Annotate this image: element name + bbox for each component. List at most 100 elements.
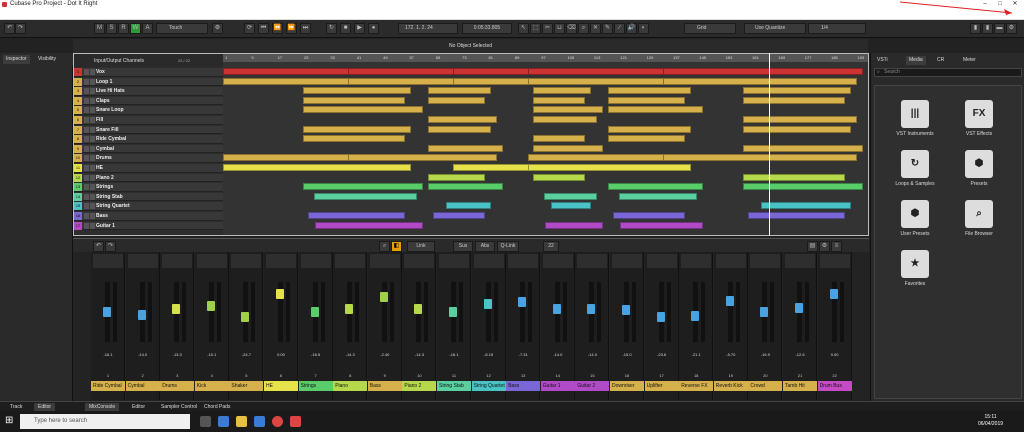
audio-event[interactable] [308,212,405,219]
audio-event[interactable] [533,96,585,104]
pan-control[interactable] [162,254,193,268]
play-tool-icon[interactable]: 🔊 [626,23,637,34]
tab-sampler-control[interactable]: Sampler Control [157,403,201,411]
track-solo-button[interactable] [90,107,95,114]
track-solo-button[interactable] [90,78,95,85]
mixer-layout-icon[interactable]: ▤ [807,241,818,252]
channel-name[interactable]: Guitar 1 [540,381,575,391]
time-display[interactable]: 0:05:33.805 [462,23,512,34]
volume-value[interactable]: -16.1 [438,352,470,357]
audio-event[interactable] [348,154,497,162]
volume-value[interactable]: -10.1 [196,352,228,357]
pan-control[interactable] [404,254,435,268]
track-row[interactable]: 3 Live Hi Hats [74,87,223,96]
taskbar-search-input[interactable]: Type here to search [20,414,190,429]
edge-icon[interactable] [218,416,229,427]
channel-name[interactable]: Ride Cymbal [91,381,125,391]
audio-event[interactable] [446,202,491,210]
audio-event[interactable] [433,212,485,219]
track-mute-button[interactable] [84,213,89,219]
tab-visibility[interactable]: Visibility [35,55,59,64]
channel-name[interactable]: Crowd [748,381,783,391]
audio-event[interactable] [761,202,851,210]
volume-fader[interactable] [725,295,734,306]
toggle-s-button[interactable]: S [106,23,117,34]
volume-value[interactable]: -23.6 [646,352,678,357]
pan-control[interactable] [508,254,539,268]
audio-event[interactable] [428,183,503,191]
volume-value[interactable]: -7.31 [507,352,539,357]
audio-event[interactable] [303,125,411,133]
audio-event[interactable] [544,192,597,200]
mute-tool-icon[interactable]: ✕ [590,23,601,34]
volume-value[interactable]: -2.40 [369,352,401,357]
audio-event[interactable] [428,96,485,104]
media-item[interactable]: ⌕ File Browser [949,200,1009,240]
audio-event[interactable] [428,87,491,95]
audio-event[interactable] [533,144,603,152]
toggle-a-button[interactable]: A [142,23,153,34]
pan-control[interactable] [473,254,504,268]
audio-event[interactable] [315,221,423,229]
mix-tool-icon[interactable]: ◧ [391,241,402,252]
stop-icon[interactable]: ■ [340,23,351,34]
track-solo-button[interactable] [90,155,95,162]
track-row[interactable]: 8 Ride Cymbal [74,135,223,144]
track-solo-button[interactable] [90,193,95,200]
audio-event[interactable] [303,183,423,191]
track-row[interactable]: 1 Vox [74,68,223,77]
volume-fader[interactable] [483,298,492,309]
track-row[interactable]: 4 Claps [74,96,223,106]
audio-event[interactable] [303,135,405,143]
volume-fader[interactable] [310,306,319,317]
volume-fader[interactable] [137,309,146,320]
loop-icon[interactable]: ⟳ [244,23,255,34]
pan-control[interactable] [577,254,608,268]
audio-event[interactable] [428,144,503,152]
track-solo-button[interactable] [90,174,95,181]
track-row[interactable]: 12 Piano 2 [74,173,223,183]
volume-value[interactable]: -24.7 [230,352,262,357]
volume-fader[interactable] [449,306,457,317]
audio-event[interactable] [528,164,691,171]
volume-fader[interactable] [379,291,388,302]
channel-name[interactable]: Bass [367,381,402,391]
track-mute-button[interactable] [84,97,89,104]
mixer-functions-icon[interactable]: ≡ [831,241,842,252]
audio-event[interactable] [620,221,703,229]
range-icon[interactable]: ⬚ [530,23,541,34]
volume-fader[interactable] [241,312,250,323]
pan-control[interactable] [542,254,573,268]
position-display[interactable]: 172. 1. 2. 24 [398,23,458,34]
channel-name[interactable]: Shaker [229,381,264,391]
volume-value[interactable]: -15.0 [611,352,643,357]
media-item[interactable]: ⬢ Presets [949,150,1009,190]
channel-name[interactable]: Piano 2 [402,381,437,391]
volume-fader[interactable] [795,302,803,313]
volume-fader[interactable] [414,304,423,314]
audio-event[interactable] [613,212,685,219]
audio-event[interactable] [743,144,863,152]
quantize-select[interactable]: Use Quantize [744,23,806,34]
audio-event[interactable] [619,192,697,200]
pan-control[interactable] [612,254,642,268]
windows-start-icon[interactable]: ⊞ [5,416,15,426]
audio-event[interactable] [533,173,585,181]
audio-event[interactable] [428,125,491,133]
channel-name[interactable]: String Quartet [471,381,506,391]
track-row[interactable]: 16 Bass [74,212,223,221]
audio-event[interactable] [314,192,417,200]
media-item[interactable]: ⬢ User Presets [885,200,945,240]
volume-value[interactable]: -5.70 [715,352,747,357]
zoom-icon[interactable]: ⌕ [578,23,589,34]
audio-event[interactable] [551,202,591,210]
visible-channels-count[interactable]: 22 [543,241,559,252]
track-mute-button[interactable] [84,155,89,162]
line-icon[interactable]: ∕ [614,23,625,34]
audio-event[interactable] [608,96,685,104]
automation-mode-select[interactable]: Touch [156,23,208,34]
audio-event[interactable] [428,116,497,123]
ruler[interactable]: 1 9 17 25 33 41 49 57 65 73 81 89 97 105 113 121 129 137 1… [223,54,868,62]
audio-event[interactable] [663,77,857,85]
tab-vsti[interactable]: VSTi [877,56,888,65]
